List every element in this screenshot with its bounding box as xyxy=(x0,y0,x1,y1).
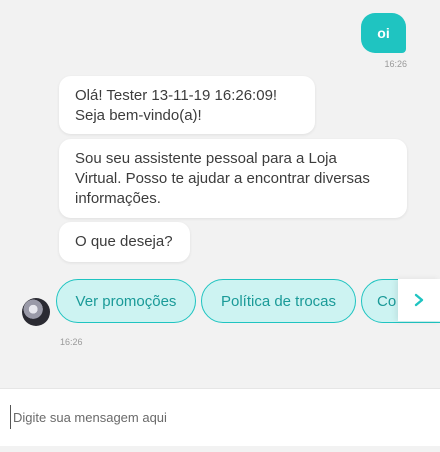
quick-reply-ver-promocoes[interactable]: Ver promoções xyxy=(56,279,196,323)
bot-message-line: Sou seu assistente pessoal para a Loja xyxy=(75,150,337,167)
bot-avatar xyxy=(22,298,50,326)
bot-message-greeting: Olá! Tester 13-11-19 16:26:09! Seja bem-… xyxy=(59,76,315,134)
bot-message-question: O que deseja? xyxy=(59,222,190,262)
user-message-timestamp: 16:26 xyxy=(384,59,407,69)
user-message-bubble: oi xyxy=(361,13,406,53)
message-composer xyxy=(0,388,440,446)
bot-message-intro: Sou seu assistente pessoal para a Loja V… xyxy=(59,139,407,218)
user-message-text: oi xyxy=(377,25,390,41)
bottom-divider xyxy=(0,446,440,452)
message-input[interactable] xyxy=(10,405,430,429)
chevron-right-icon xyxy=(414,293,424,307)
bot-message-line: Virtual. Posso te ajudar a encontrar div… xyxy=(75,170,370,187)
quick-reply-politica-de-trocas[interactable]: Política de trocas xyxy=(201,279,356,323)
bot-message-line: Seja bem-vindo(a)! xyxy=(75,107,202,124)
chat-conversation: oi 16:26 Olá! Tester 13-11-19 16:26:09! … xyxy=(0,0,440,388)
quick-replies-carousel: Ver promoções Política de trocas Co xyxy=(56,279,440,323)
bot-message-line: Olá! Tester 13-11-19 16:26:09! xyxy=(75,87,278,104)
carousel-next-button[interactable] xyxy=(398,279,440,321)
bot-message-line: O que deseja? xyxy=(75,233,173,250)
bot-message-timestamp: 16:26 xyxy=(60,337,83,347)
bot-message-line: informações. xyxy=(75,190,161,207)
